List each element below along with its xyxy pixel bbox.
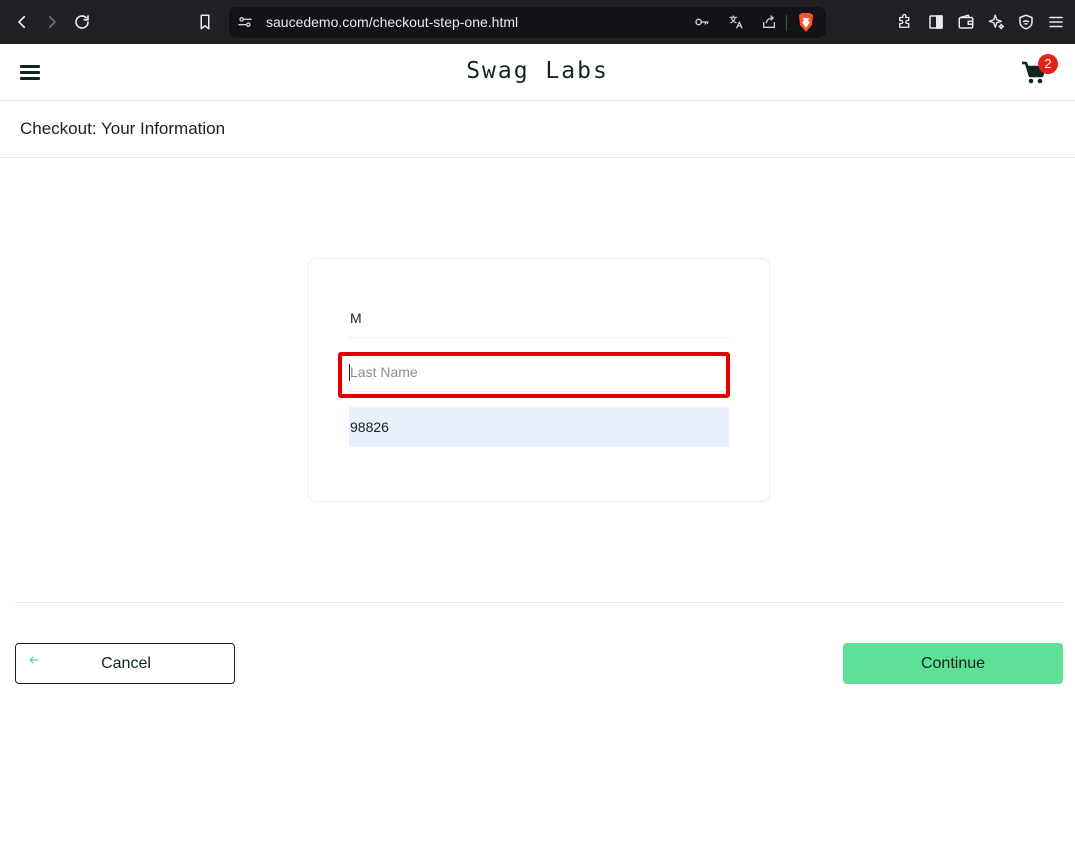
divider <box>15 602 1064 603</box>
app-header: Swag Labs <box>0 44 1075 101</box>
password-key-icon[interactable] <box>693 13 711 31</box>
bookmark-icon[interactable] <box>193 10 217 34</box>
last-name-input[interactable] <box>349 352 729 392</box>
reload-icon[interactable] <box>70 10 94 34</box>
browser-toolbar: saucedemo.com/checkout-step-one.html <box>0 0 1075 44</box>
brave-shields-icon[interactable] <box>796 12 816 33</box>
sidebar-icon[interactable] <box>926 12 946 32</box>
checkout-info-form <box>308 258 770 502</box>
translate-icon[interactable] <box>727 13 745 31</box>
cart-badge: 2 <box>1038 54 1058 74</box>
address-separator <box>786 15 787 31</box>
wallet-icon[interactable] <box>956 12 976 32</box>
share-icon[interactable] <box>760 13 778 31</box>
site-settings-icon[interactable] <box>236 13 254 31</box>
postal-code-input[interactable] <box>349 407 729 447</box>
text-caret <box>349 364 350 381</box>
cancel-label: Cancel <box>101 655 151 672</box>
app-logo: Swag Labs <box>466 58 609 84</box>
continue-button[interactable]: Continue <box>843 643 1063 684</box>
page-title: Checkout: Your Information <box>20 119 226 138</box>
cancel-button[interactable]: Cancel <box>15 643 235 684</box>
url-text[interactable]: saucedemo.com/checkout-step-one.html <box>266 14 518 30</box>
back-icon[interactable] <box>10 10 34 34</box>
extensions-icon[interactable] <box>895 12 915 32</box>
leo-ai-icon[interactable] <box>986 12 1006 32</box>
vpn-shield-icon[interactable] <box>1016 12 1036 32</box>
secondary-header: Checkout: Your Information <box>0 101 1075 158</box>
address-bar[interactable]: saucedemo.com/checkout-step-one.html <box>229 7 826 38</box>
first-name-input[interactable] <box>349 298 729 338</box>
browser-menu-icon[interactable] <box>1046 12 1066 32</box>
forward-icon[interactable] <box>40 10 64 34</box>
